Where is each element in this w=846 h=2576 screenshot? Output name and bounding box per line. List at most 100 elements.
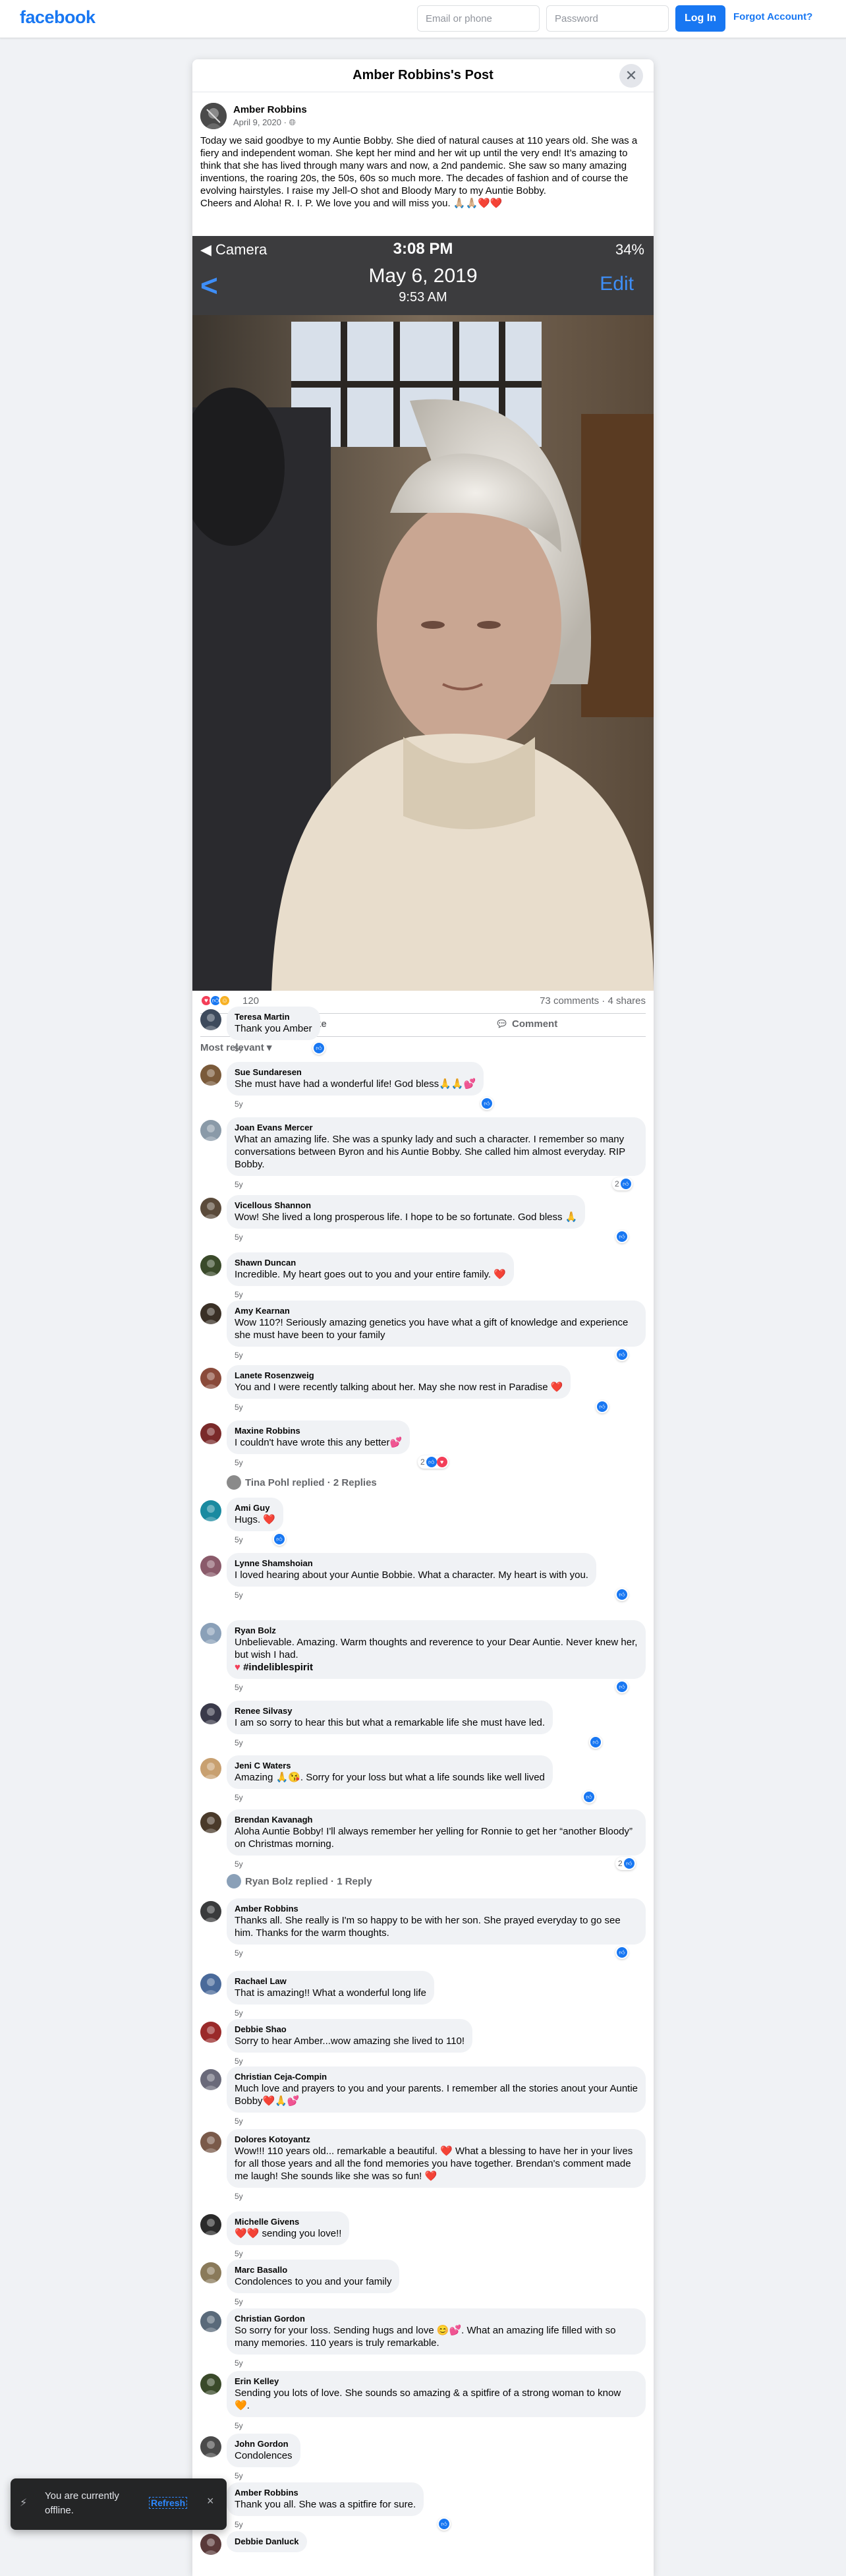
reaction-icons[interactable]: ♥ 👍︎ ☺ <box>200 995 231 1007</box>
commenter-name[interactable]: Vicellous Shannon <box>235 1200 577 1211</box>
comment-reactions[interactable]: 2 👍︎ ♥ <box>418 1455 449 1469</box>
commenter-avatar[interactable] <box>200 2132 221 2153</box>
comment-timestamp[interactable]: 5y <box>235 1591 243 1600</box>
commenter-avatar[interactable] <box>200 2534 221 2555</box>
comment-timestamp[interactable]: 5y <box>235 2520 243 2529</box>
comment-timestamp[interactable]: 5y <box>235 1859 243 1869</box>
comment-timestamp[interactable]: 5y <box>235 1180 243 1189</box>
comment-timestamp[interactable]: 5y <box>235 2297 243 2306</box>
commenter-name[interactable]: Debbie Shao <box>235 2024 465 2035</box>
commenter-avatar[interactable] <box>200 2022 221 2043</box>
commenter-name[interactable]: Brendan Kavanagh <box>235 1815 638 1825</box>
commenter-name[interactable]: Jeni C Waters <box>235 1761 545 1771</box>
comment-reactions[interactable]: 👍︎ <box>273 1533 286 1546</box>
commenter-avatar[interactable] <box>200 2069 221 2090</box>
view-replies-link[interactable]: Tina Pohl replied · 2 Replies <box>227 1475 377 1490</box>
comment-timestamp[interactable]: 5y <box>235 1535 243 1544</box>
comment-timestamp[interactable]: 5y <box>235 1044 243 1053</box>
commenter-avatar[interactable] <box>200 1500 221 1521</box>
password-input[interactable] <box>546 5 669 32</box>
comment-reactions[interactable]: 2 👍︎ <box>612 1177 633 1190</box>
author-avatar[interactable] <box>200 103 227 129</box>
commenter-name[interactable]: Joan Evans Mercer <box>235 1123 638 1133</box>
comment-timestamp[interactable]: 5y <box>235 2421 243 2430</box>
comment-timestamp[interactable]: 5y <box>235 2057 243 2066</box>
commenter-name[interactable]: John Gordon <box>235 2439 293 2449</box>
close-icon[interactable]: ✕ <box>619 64 643 88</box>
comment-timestamp[interactable]: 5y <box>235 2471 243 2480</box>
post-date-text[interactable]: April 9, 2020 · <box>233 117 289 127</box>
commenter-name[interactable]: Christian Ceja-Compin <box>235 2072 638 2082</box>
comment-reactions[interactable]: 👍︎ <box>480 1097 494 1110</box>
commenter-name[interactable]: Sue Sundaresen <box>235 1067 476 1078</box>
comment-timestamp[interactable]: 5y <box>235 2192 243 2201</box>
refresh-link[interactable]: Refresh <box>149 2497 188 2509</box>
commenter-avatar[interactable] <box>200 2436 221 2457</box>
commenter-avatar[interactable] <box>200 1009 221 1030</box>
commenter-name[interactable]: Amber Robbins <box>235 2488 416 2498</box>
comment-timestamp[interactable]: 5y <box>235 1099 243 1109</box>
comment-timestamp[interactable]: 5y <box>235 2117 243 2126</box>
commenter-name[interactable]: Shawn Duncan <box>235 1258 506 1268</box>
comment-timestamp[interactable]: 5y <box>235 2249 243 2258</box>
commenter-avatar[interactable] <box>200 1556 221 1577</box>
commenter-avatar[interactable] <box>200 1120 221 1141</box>
commenter-name[interactable]: Lynne Shamshoian <box>235 1558 588 1569</box>
facebook-logo[interactable]: facebook <box>20 7 96 28</box>
commenter-name[interactable]: Marc Basallo <box>235 2265 391 2275</box>
comment-reactions[interactable]: 👍︎ <box>615 1348 629 1361</box>
commenter-avatar[interactable] <box>200 2262 221 2283</box>
commenter-avatar[interactable] <box>200 1423 221 1444</box>
close-icon[interactable]: × <box>207 2494 214 2508</box>
comment-timestamp[interactable]: 5y <box>235 1458 243 1467</box>
commenter-name[interactable]: Maxine Robbins <box>235 1426 402 1436</box>
commenter-name[interactable]: Dolores Kotoyantz <box>235 2134 638 2145</box>
commenter-name[interactable]: Teresa Martin <box>235 1012 312 1022</box>
comment-timestamp[interactable]: 5y <box>235 1738 243 1747</box>
comment-reactions[interactable]: 👍︎ <box>596 1400 609 1413</box>
forgot-account-link[interactable]: Forgot Account? <box>733 11 812 22</box>
comment-reactions[interactable]: 👍︎ <box>437 2517 451 2531</box>
commenter-name[interactable]: Michelle Givens <box>235 2217 341 2227</box>
comment-timestamp[interactable]: 5y <box>235 1793 243 1802</box>
commenter-avatar[interactable] <box>200 1703 221 1724</box>
author-name[interactable]: Amber Robbins <box>233 104 307 115</box>
comment-reactions[interactable]: 👍︎ <box>615 1588 629 1601</box>
commenter-name[interactable]: Amy Kearnan <box>235 1306 638 1316</box>
comment-reactions[interactable]: 👍︎ <box>615 1230 629 1243</box>
reaction-count[interactable]: 120 <box>242 995 259 1007</box>
commenter-name[interactable]: Christian Gordon <box>235 2314 638 2324</box>
comments-shares-count[interactable]: 73 comments · 4 shares <box>540 995 646 1007</box>
email-input[interactable] <box>417 5 540 32</box>
commenter-name[interactable]: Renee Silvasy <box>235 1706 545 1716</box>
comment-timestamp[interactable]: 5y <box>235 1351 243 1360</box>
comment-reactions[interactable]: 2 👍︎ <box>615 1857 636 1870</box>
comment-timestamp[interactable]: 5y <box>235 1403 243 1412</box>
comment-timestamp[interactable]: 5y <box>235 1683 243 1692</box>
commenter-avatar[interactable] <box>200 1065 221 1086</box>
comment-reactions[interactable]: 👍︎ <box>312 1041 325 1055</box>
view-replies-link[interactable]: Ryan Bolz replied · 1 Reply <box>227 1874 372 1888</box>
commenter-avatar[interactable] <box>200 1303 221 1324</box>
commenter-name[interactable]: Rachael Law <box>235 1976 426 1987</box>
post-photo[interactable]: ◀ Camera 3:08 PM 34% < May 6, 2019 9:53 … <box>192 236 654 991</box>
commenter-avatar[interactable] <box>200 2214 221 2235</box>
commenter-avatar[interactable] <box>200 1623 221 1644</box>
commenter-avatar[interactable] <box>200 1198 221 1219</box>
comment-timestamp[interactable]: 5y <box>235 2358 243 2368</box>
commenter-avatar[interactable] <box>200 2374 221 2395</box>
hashtag-link[interactable]: #indeliblespirit <box>243 1662 313 1673</box>
comment-timestamp[interactable]: 5y <box>235 2008 243 2018</box>
commenter-name[interactable]: Erin Kelley <box>235 2376 638 2387</box>
commenter-name[interactable]: Lanete Rosenzweig <box>235 1370 563 1381</box>
login-button[interactable]: Log In <box>675 5 725 32</box>
commenter-name[interactable]: Ryan Bolz <box>235 1625 638 1636</box>
commenter-avatar[interactable] <box>200 1812 221 1833</box>
comment-reactions[interactable]: 👍︎ <box>615 1946 629 1959</box>
comment-timestamp[interactable]: 5y <box>235 1233 243 1242</box>
commenter-avatar[interactable] <box>200 2311 221 2332</box>
commenter-avatar[interactable] <box>200 1974 221 1995</box>
comment-timestamp[interactable]: 5y <box>235 1948 243 1958</box>
comment-timestamp[interactable]: 5y <box>235 1290 243 1299</box>
commenter-name[interactable]: Amber Robbins <box>235 1904 638 1914</box>
